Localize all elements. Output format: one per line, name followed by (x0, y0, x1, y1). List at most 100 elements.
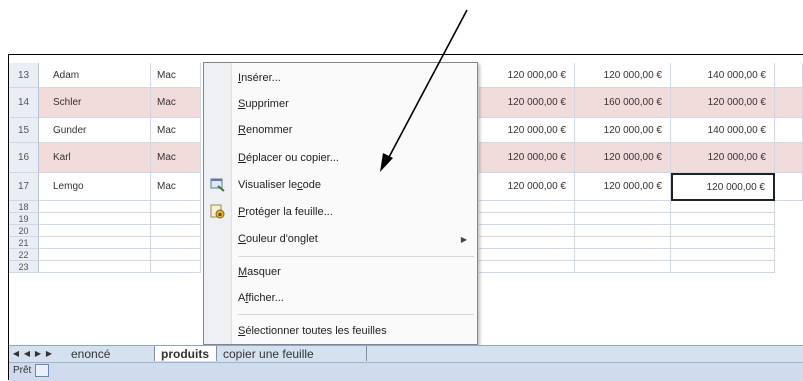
cell-value[interactable]: 120 000,00 € (479, 143, 575, 173)
row-header[interactable]: 17 (9, 173, 39, 201)
cell-empty[interactable] (575, 225, 671, 237)
last-sheet-icon[interactable]: ▶ (44, 347, 54, 360)
cell-empty[interactable] (39, 237, 151, 249)
cell-empty[interactable] (479, 237, 575, 249)
cell-value-selected[interactable]: 120 000,00 € (671, 173, 775, 201)
cell-empty[interactable] (39, 261, 151, 273)
cell-empty[interactable] (151, 249, 201, 261)
row-header[interactable]: 19 (9, 213, 39, 225)
menu-item-accelerator: D (238, 152, 246, 164)
row-header[interactable]: 22 (9, 249, 39, 261)
menu-item-rename[interactable]: Renommer (232, 119, 477, 141)
cell-empty[interactable] (39, 213, 151, 225)
menu-item-label: ode (302, 179, 321, 191)
first-sheet-icon[interactable]: ◀ (11, 347, 21, 360)
next-sheet-icon[interactable]: ▶ (33, 347, 43, 360)
menu-item-label: ficher... (248, 292, 284, 304)
cell-empty[interactable] (479, 249, 575, 261)
cell-type[interactable]: Mac (151, 118, 201, 143)
menu-item-label: asquer (247, 266, 281, 278)
cell-empty[interactable] (151, 225, 201, 237)
macro-record-icon[interactable] (35, 364, 49, 377)
cell-empty[interactable] (575, 261, 671, 273)
cell-value[interactable]: 120 000,00 € (575, 173, 671, 201)
row-header[interactable]: 18 (9, 201, 39, 213)
cell-empty[interactable] (775, 173, 803, 201)
prev-sheet-icon[interactable]: ◀ (22, 347, 32, 360)
menu-item-insert[interactable]: Insérer... (232, 67, 477, 89)
cell-value[interactable]: 140 000,00 € (671, 63, 775, 88)
menu-item-select-all-sheets[interactable]: Sélectionner toutes les feuilles (232, 320, 477, 342)
menu-item-protect-sheet[interactable]: Protéger la feuille... (232, 201, 477, 223)
cell-value[interactable]: 120 000,00 € (575, 63, 671, 88)
cell-empty[interactable] (479, 261, 575, 273)
cell-empty[interactable] (671, 213, 775, 225)
cell-empty[interactable] (575, 237, 671, 249)
tab-enonce[interactable]: enoncé (65, 346, 155, 361)
cell-empty[interactable] (151, 237, 201, 249)
menu-item-tab-color[interactable]: Couleur d'onglet ▶ (232, 228, 477, 250)
cell-empty[interactable] (151, 201, 201, 213)
cell-empty[interactable] (39, 225, 151, 237)
cell-empty[interactable] (575, 213, 671, 225)
cell-name[interactable]: Schler (39, 88, 151, 118)
row-header[interactable]: 21 (9, 237, 39, 249)
menu-item-accelerator: R (238, 124, 246, 136)
cell-type[interactable]: Mac (151, 88, 201, 118)
menu-item-unhide[interactable]: Af ficher... (232, 287, 477, 309)
cell-empty[interactable] (151, 261, 201, 273)
menu-item-accelerator: M (238, 266, 248, 278)
cell-empty[interactable] (575, 249, 671, 261)
cell-empty[interactable] (671, 237, 775, 249)
cell-empty[interactable] (479, 225, 575, 237)
submenu-arrow-icon: ▶ (460, 234, 467, 244)
cell-empty[interactable] (671, 249, 775, 261)
cell-empty[interactable] (671, 261, 775, 273)
cell-empty[interactable] (775, 118, 803, 143)
tab-produits[interactable]: produits (155, 346, 217, 361)
cell-value[interactable]: 120 000,00 € (575, 118, 671, 143)
cell-value[interactable]: 120 000,00 € (479, 63, 575, 88)
menu-item-delete[interactable]: Supprimer (232, 93, 477, 115)
protect-sheet-icon (210, 204, 225, 219)
cell-type[interactable]: Mac (151, 143, 201, 173)
cell-empty[interactable] (151, 213, 201, 225)
cell-empty[interactable] (671, 201, 775, 213)
cell-empty[interactable] (479, 201, 575, 213)
cell-empty[interactable] (671, 225, 775, 237)
menu-item-label: upprimer (245, 98, 289, 110)
cell-empty[interactable] (775, 63, 803, 88)
cell-value[interactable]: 120 000,00 € (479, 118, 575, 143)
row-header[interactable]: 20 (9, 225, 39, 237)
cell-name[interactable]: Karl (39, 143, 151, 173)
cell-empty[interactable] (575, 201, 671, 213)
cell-empty[interactable] (479, 213, 575, 225)
menu-separator (238, 256, 474, 257)
cell-type[interactable]: Mac (151, 173, 201, 201)
cell-value[interactable]: 120 000,00 € (479, 88, 575, 118)
cell-empty[interactable] (775, 88, 803, 118)
menu-item-hide[interactable]: Masquer (232, 261, 477, 283)
row-header[interactable]: 16 (9, 143, 39, 173)
row-header[interactable]: 15 (9, 118, 39, 143)
menu-item-accelerator: S (238, 325, 246, 337)
menu-item-view-code[interactable]: Visualiser le c ode (232, 174, 477, 196)
cell-type[interactable]: Mac (151, 63, 201, 88)
cell-value[interactable]: 120 000,00 € (575, 143, 671, 173)
cell-empty[interactable] (775, 143, 803, 173)
cell-value[interactable]: 120 000,00 € (671, 88, 775, 118)
menu-item-move-or-copy[interactable]: Déplacer ou copier... (232, 147, 477, 169)
cell-empty[interactable] (39, 249, 151, 261)
row-header[interactable]: 13 (9, 63, 39, 88)
cell-value[interactable]: 120 000,00 € (671, 143, 775, 173)
cell-empty[interactable] (39, 201, 151, 213)
row-header[interactable]: 23 (9, 261, 39, 273)
cell-value[interactable]: 120 000,00 € (479, 173, 575, 201)
cell-value[interactable]: 160 000,00 € (575, 88, 671, 118)
cell-value[interactable]: 140 000,00 € (671, 118, 775, 143)
cell-name[interactable]: Adam (39, 63, 151, 88)
cell-name[interactable]: Lemgo (39, 173, 151, 201)
cell-name[interactable]: Gunder (39, 118, 151, 143)
row-header[interactable]: 14 (9, 88, 39, 118)
tab-copier-une-feuille[interactable]: copier une feuille (217, 346, 367, 361)
